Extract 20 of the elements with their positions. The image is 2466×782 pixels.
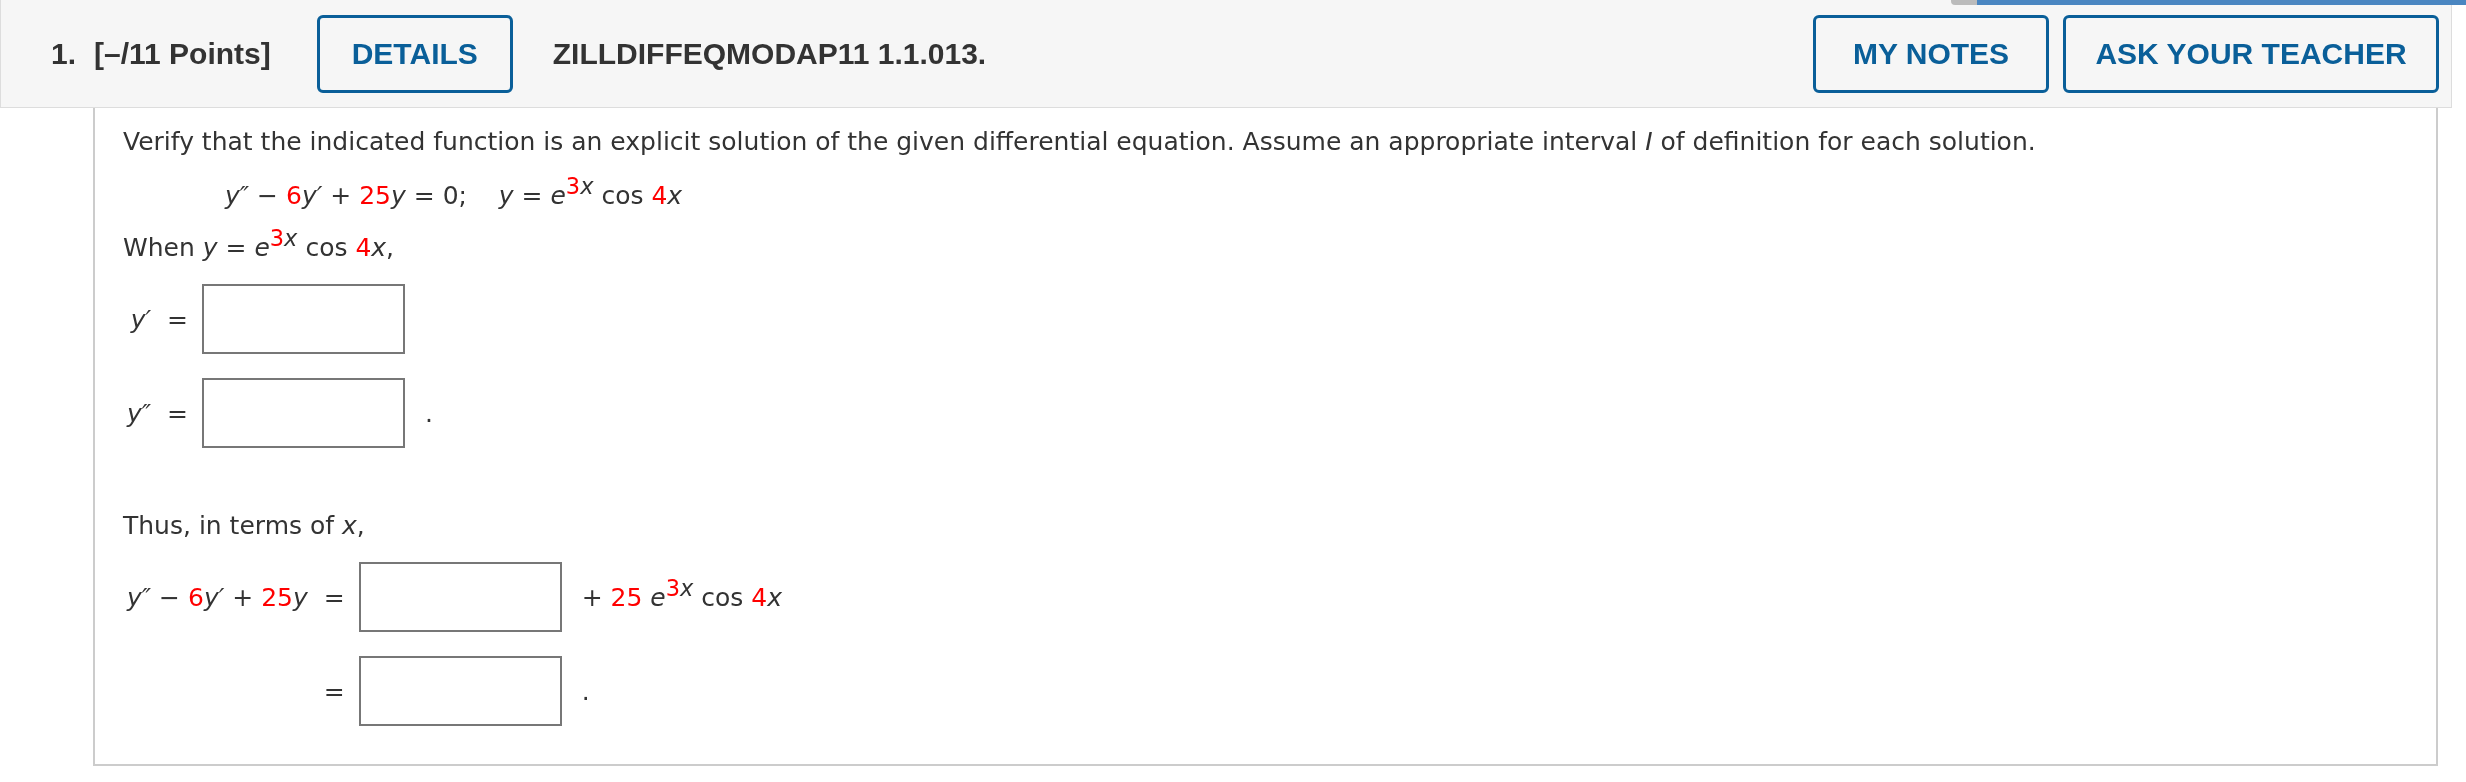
- question-text: When y = e$^{3}$$^{x}$ cos 4x,: [123, 230, 396, 264]
- answer-field[interactable]: [358, 656, 562, 726]
- equation-label: y″ =: [127, 398, 188, 428]
- question-text: Verify that the indicated function is an explicit solution of the given differential equation. Assume an appropriate interval I of definition for each solution.: [123, 126, 2037, 158]
- question-text: Thus, in terms of x,: [123, 510, 366, 542]
- equation-label: y″ − 6y′ + 25y =: [127, 582, 345, 612]
- answer-field[interactable]: [202, 284, 405, 354]
- equation: y″ − 6y′ + 25y = 0; y = e$^{3}$$^{x}$ cos 4x: [225, 178, 684, 212]
- answer-field[interactable]: [202, 378, 405, 448]
- points-label: [–/11 Points]: [94, 36, 271, 71]
- ask-teacher-button[interactable]: ASK YOUR TEACHER: [2063, 14, 2439, 93]
- details-button[interactable]: DETAILS: [316, 14, 513, 93]
- question-number: 1.: [51, 36, 77, 71]
- equation-tail: .: [581, 676, 591, 706]
- equation-label: y′ =: [130, 304, 188, 334]
- notes-button[interactable]: MY NOTES: [1813, 14, 2049, 93]
- equation-tail: .: [425, 398, 433, 428]
- answer-field[interactable]: [358, 562, 562, 632]
- problem-id: ZILLDIFFEQMODAP11 1.1.013.: [552, 36, 987, 71]
- equation-label: =: [323, 676, 345, 706]
